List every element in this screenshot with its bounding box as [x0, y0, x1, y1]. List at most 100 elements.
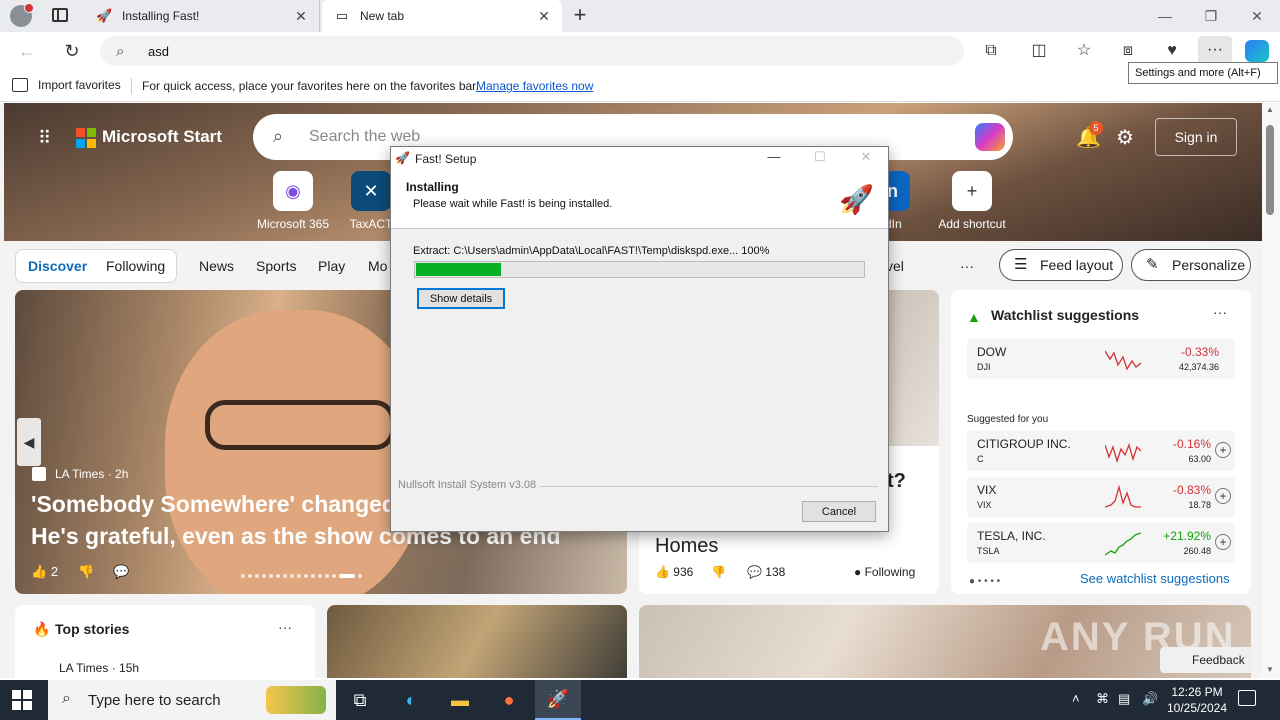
network-icon[interactable]: ▤	[1118, 691, 1130, 707]
like-button[interactable]: 👍 936	[655, 565, 693, 579]
edge-icon[interactable]: ◐	[388, 680, 434, 720]
tab-new-tab[interactable]: ▭ New tab ✕	[322, 0, 562, 32]
stock-ticker: TSLA	[977, 546, 1000, 556]
collections-icon[interactable]: ⧈	[1117, 40, 1139, 62]
stock-row[interactable]: DOW DJI -0.33% 42,374.36	[967, 339, 1235, 379]
shortcut-microsoft-365[interactable]: ◉ Microsoft 365	[253, 171, 333, 231]
watchlist-more-button[interactable]: ···	[1213, 304, 1227, 320]
add-to-watchlist-button[interactable]: +	[1215, 442, 1231, 458]
restore-icon[interactable]: ❐	[1201, 6, 1221, 26]
address-bar[interactable]: ⌕	[100, 36, 964, 66]
tab-installing-fast[interactable]: 🚀 Installing Fast! ✕	[84, 0, 320, 32]
minimize-icon[interactable]: —	[1155, 6, 1175, 26]
nav-play[interactable]: Play	[318, 258, 345, 274]
tab-title: New tab	[360, 9, 405, 23]
sparkline	[1105, 532, 1141, 556]
extensions-icon[interactable]: ⧉	[980, 40, 1002, 62]
file-explorer-icon[interactable]: ▬	[437, 680, 483, 720]
task-view-icon[interactable]: ⧉	[337, 680, 383, 720]
personalize-button[interactable]: ✎ Personalize	[1131, 249, 1251, 281]
app-launcher-icon[interactable]: ⠿	[38, 129, 58, 149]
scroll-up-icon[interactable]: ▲	[1266, 105, 1276, 114]
brand-title[interactable]: Microsoft Start	[102, 127, 222, 147]
stock-price: 63.00	[1188, 454, 1211, 464]
sparkline	[1105, 484, 1141, 508]
gear-icon[interactable]: ⚙	[1116, 125, 1134, 150]
windows-start-icon[interactable]	[12, 690, 32, 710]
add-to-watchlist-button[interactable]: +	[1215, 534, 1231, 550]
following-button[interactable]: ● Following	[854, 565, 915, 579]
tab-actions-icon[interactable]	[52, 8, 68, 22]
split-screen-icon[interactable]: ◫	[1028, 40, 1050, 62]
firefox-icon[interactable]: ●	[486, 680, 532, 720]
show-details-button[interactable]: Show details	[417, 288, 505, 309]
stock-row[interactable]: TESLA, INC. TSLA +21.92% 260.48 +	[967, 523, 1235, 563]
dialog-title: Fast! Setup	[415, 152, 477, 166]
nav-more-categories[interactable]: Mo	[368, 258, 387, 274]
stock-change: +21.92%	[1163, 529, 1211, 543]
dialog-titlebar[interactable]: 🚀 Fast! Setup — ☐ ✕	[391, 147, 888, 171]
import-favorites-button[interactable]: Import favorites	[12, 78, 121, 92]
stock-change: -0.16%	[1172, 437, 1211, 451]
meet-now-icon[interactable]: ⌘	[1096, 691, 1109, 707]
fast-setup-taskbar-icon[interactable]: 🚀	[535, 680, 581, 720]
shortcut-label: Microsoft 365	[256, 217, 330, 231]
tab-discover[interactable]: Discover	[28, 258, 87, 274]
favorites-bar: Import favorites For quick access, place…	[0, 70, 1280, 102]
chevron-up-icon[interactable]: ˄	[1072, 691, 1080, 706]
watchlist-pager-dots[interactable]: ● • • • •	[969, 576, 1000, 587]
minimize-icon[interactable]: —	[764, 149, 784, 164]
close-icon: ✕	[860, 149, 872, 164]
comment-button[interactable]: 💬 138	[747, 565, 785, 579]
cancel-button[interactable]: Cancel	[802, 501, 876, 522]
carousel-dots[interactable]	[241, 572, 401, 580]
top-stories-more-button[interactable]: ···	[278, 619, 292, 635]
search-icon: ⌕	[116, 42, 125, 60]
copilot-icon[interactable]	[1245, 40, 1269, 62]
copilot-icon[interactable]	[975, 123, 1005, 151]
carousel-prev-button[interactable]: ◀	[17, 418, 41, 466]
nav-sports[interactable]: Sports	[256, 258, 296, 274]
new-tab-button[interactable]: +	[568, 3, 592, 27]
notifications-icon[interactable]	[1238, 690, 1256, 706]
stock-name: DOW	[977, 345, 1007, 359]
story-title-tail: t?	[887, 470, 906, 492]
settings-tooltip: Settings and more (Alt+F)	[1128, 62, 1278, 84]
address-input[interactable]	[148, 43, 928, 59]
favorites-icon[interactable]: ☆	[1073, 40, 1095, 62]
feedback-button[interactable]: Feedback	[1160, 647, 1254, 673]
like-button[interactable]: 👍 2	[31, 564, 58, 580]
page-scrollbar[interactable]: ▲ ▼	[1262, 103, 1280, 678]
dislike-button[interactable]: 👎	[711, 565, 726, 579]
scroll-down-icon[interactable]: ▼	[1266, 665, 1276, 674]
story-card-image[interactable]	[327, 605, 627, 678]
scrollbar-thumb[interactable]	[1266, 125, 1274, 215]
import-icon	[12, 78, 28, 92]
taskbar-search[interactable]: ⌕ Type here to search	[48, 680, 336, 720]
close-tab-icon[interactable]: ✕	[291, 8, 311, 25]
nav-news[interactable]: News	[199, 258, 234, 274]
back-icon[interactable]: ←	[16, 40, 38, 62]
comment-button[interactable]: 💬	[113, 564, 129, 580]
manage-favorites-link[interactable]: Manage favorites now	[476, 79, 593, 93]
installer-dialog: 🚀 Fast! Setup — ☐ ✕ Installing Please wa…	[390, 146, 889, 532]
profile-avatar[interactable]	[10, 3, 34, 27]
stock-row[interactable]: CITIGROUP INC. C -0.16% 63.00 +	[967, 431, 1235, 471]
close-window-icon[interactable]: ✕	[1247, 6, 1267, 26]
sign-in-button[interactable]: Sign in	[1155, 118, 1237, 156]
refresh-icon[interactable]: ↻	[61, 40, 83, 62]
tab-following[interactable]: Following	[106, 258, 165, 274]
see-watchlist-link[interactable]: See watchlist suggestions	[1080, 571, 1230, 586]
add-to-watchlist-button[interactable]: +	[1215, 488, 1231, 504]
close-tab-icon[interactable]: ✕	[534, 8, 554, 25]
stock-row[interactable]: VIX VIX -0.83% 18.78 +	[967, 477, 1235, 517]
shortcut-add[interactable]: + Add shortcut	[932, 171, 1012, 231]
nav-overflow-button[interactable]: ···	[960, 258, 974, 274]
search-icon: ⌕	[62, 690, 71, 707]
system-clock[interactable]: 12:26 PM 10/25/2024	[1152, 684, 1242, 716]
performance-icon[interactable]: ♥	[1161, 40, 1183, 62]
dislike-button[interactable]: 👎	[78, 564, 94, 580]
stock-ticker: DJI	[977, 362, 991, 372]
stock-ticker: C	[977, 454, 984, 464]
feed-layout-button[interactable]: ☰ Feed layout	[999, 249, 1123, 281]
